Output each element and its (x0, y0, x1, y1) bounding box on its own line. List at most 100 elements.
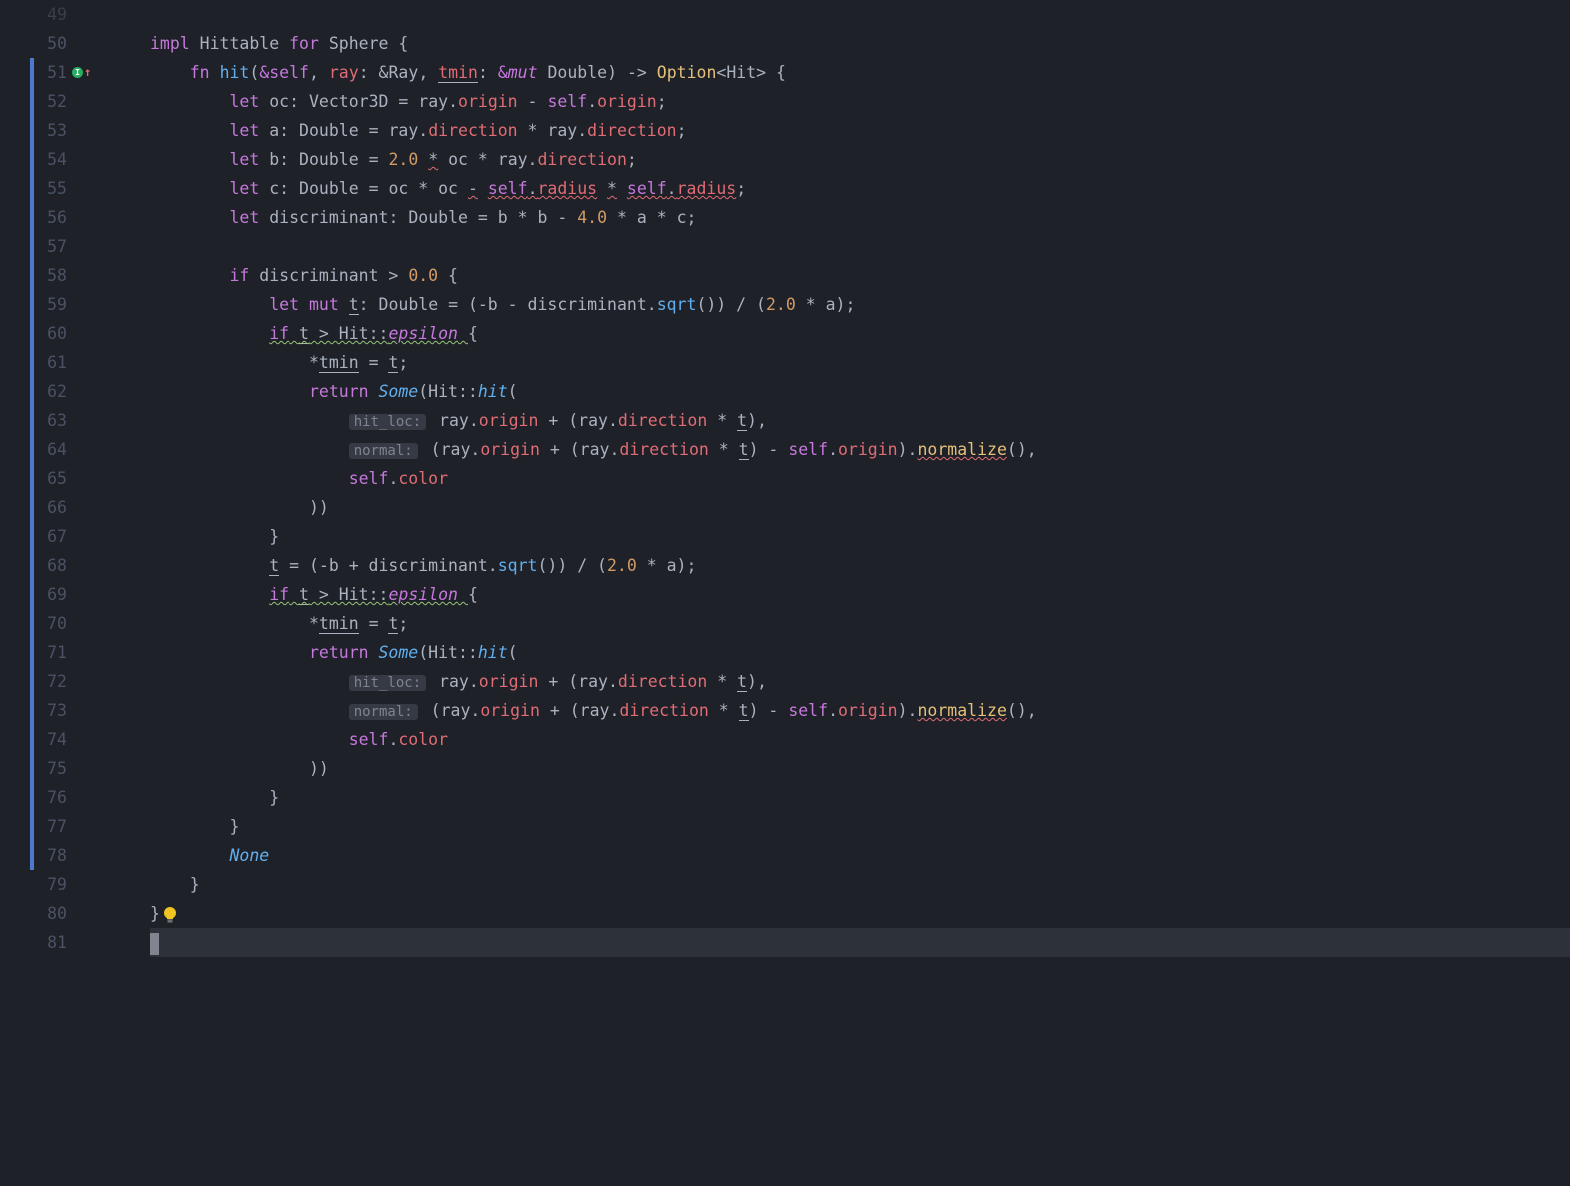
code-line[interactable]: )) (150, 493, 1570, 522)
implemented-trait-icon[interactable]: I (72, 67, 83, 78)
code-line[interactable]: let a: Double = ray.direction * ray.dire… (150, 116, 1570, 145)
vcs-change-marker[interactable] (30, 348, 34, 377)
code-line[interactable]: )) (150, 754, 1570, 783)
line-number[interactable]: 63 (0, 406, 95, 435)
line-number[interactable]: 68 (0, 551, 95, 580)
vcs-change-marker[interactable] (30, 406, 34, 435)
vcs-change-marker[interactable] (30, 377, 34, 406)
vcs-change-marker[interactable] (30, 58, 34, 87)
line-number[interactable]: 57 (0, 232, 95, 261)
code-editor[interactable]: 495051I↑52535455565758596061626364656667… (0, 0, 1570, 1186)
line-number[interactable]: 50 (0, 29, 95, 58)
vcs-change-marker[interactable] (30, 667, 34, 696)
line-number[interactable]: 74 (0, 725, 95, 754)
code-line[interactable]: hit_loc: ray.origin + (ray.direction * t… (150, 406, 1570, 435)
line-number[interactable]: 77 (0, 812, 95, 841)
vcs-change-marker[interactable] (30, 145, 34, 174)
code-line[interactable]: } (150, 522, 1570, 551)
code-line[interactable]: t = (-b + discriminant.sqrt()) / (2.0 * … (150, 551, 1570, 580)
vcs-change-marker[interactable] (30, 754, 34, 783)
code-line[interactable]: if discriminant > 0.0 { (150, 261, 1570, 290)
vcs-change-marker[interactable] (30, 522, 34, 551)
code-line[interactable]: self.color (150, 464, 1570, 493)
vcs-change-marker[interactable] (30, 319, 34, 348)
line-number[interactable]: 49 (0, 0, 95, 29)
line-number[interactable]: 65 (0, 464, 95, 493)
code-line[interactable]: let b: Double = 2.0 * oc * ray.direction… (150, 145, 1570, 174)
line-number[interactable]: 60 (0, 319, 95, 348)
code-line[interactable]: *tmin = t; (150, 609, 1570, 638)
code-line[interactable]: return Some(Hit::hit( (150, 638, 1570, 667)
vcs-change-marker[interactable] (30, 116, 34, 145)
line-number[interactable]: 51I↑ (0, 58, 95, 87)
line-number[interactable]: 78 (0, 841, 95, 870)
line-number[interactable]: 67 (0, 522, 95, 551)
vcs-change-marker[interactable] (30, 609, 34, 638)
code-line[interactable]: self.color (150, 725, 1570, 754)
vcs-change-marker[interactable] (30, 841, 34, 870)
vcs-change-marker[interactable] (30, 435, 34, 464)
vcs-change-marker[interactable] (30, 232, 34, 261)
line-number[interactable]: 53 (0, 116, 95, 145)
code-line[interactable]: let mut t: Double = (-b - discriminant.s… (150, 290, 1570, 319)
vcs-change-marker[interactable] (30, 261, 34, 290)
code-line[interactable]: fn hit(&self, ray: &Ray, tmin: &mut Doub… (150, 58, 1570, 87)
line-number[interactable]: 70 (0, 609, 95, 638)
code-line[interactable]: return Some(Hit::hit( (150, 377, 1570, 406)
line-number[interactable]: 56 (0, 203, 95, 232)
line-number[interactable]: 80 (0, 899, 95, 928)
line-number[interactable]: 61 (0, 348, 95, 377)
line-number[interactable]: 55 (0, 174, 95, 203)
line-number[interactable]: 58 (0, 261, 95, 290)
line-number[interactable]: 81 (0, 928, 95, 957)
navigate-up-icon[interactable]: ↑ (84, 58, 91, 87)
line-number-gutter[interactable]: 495051I↑52535455565758596061626364656667… (0, 0, 95, 1186)
code-line[interactable]: *tmin = t; (150, 348, 1570, 377)
code-line[interactable] (150, 928, 1570, 957)
line-number[interactable]: 71 (0, 638, 95, 667)
vcs-change-marker[interactable] (30, 493, 34, 522)
vcs-change-marker[interactable] (30, 696, 34, 725)
vcs-change-marker[interactable] (30, 551, 34, 580)
code-line[interactable]: if t > Hit::epsilon { (150, 580, 1570, 609)
vcs-change-marker[interactable] (30, 87, 34, 116)
code-line[interactable]: let oc: Vector3D = ray.origin - self.ori… (150, 87, 1570, 116)
line-number[interactable]: 79 (0, 870, 95, 899)
vcs-change-marker[interactable] (30, 812, 34, 841)
intention-bulb-icon[interactable] (162, 906, 178, 924)
vcs-change-marker[interactable] (30, 580, 34, 609)
code-line[interactable]: hit_loc: ray.origin + (ray.direction * t… (150, 667, 1570, 696)
line-number[interactable]: 73 (0, 696, 95, 725)
vcs-change-marker[interactable] (30, 725, 34, 754)
code-line[interactable]: } (150, 899, 1570, 928)
code-line[interactable]: impl Hittable for Sphere { (150, 29, 1570, 58)
vcs-change-marker[interactable] (30, 203, 34, 232)
line-number[interactable]: 52 (0, 87, 95, 116)
code-line[interactable]: if t > Hit::epsilon { (150, 319, 1570, 348)
code-line[interactable] (150, 0, 1570, 29)
code-line[interactable]: } (150, 783, 1570, 812)
code-line[interactable]: } (150, 870, 1570, 899)
code-line[interactable]: let discriminant: Double = b * b - 4.0 *… (150, 203, 1570, 232)
code-line[interactable]: normal: (ray.origin + (ray.direction * t… (150, 696, 1570, 725)
vcs-change-marker[interactable] (30, 290, 34, 319)
code-line[interactable]: None (150, 841, 1570, 870)
line-number[interactable]: 54 (0, 145, 95, 174)
line-number[interactable]: 75 (0, 754, 95, 783)
line-number[interactable]: 59 (0, 290, 95, 319)
line-number[interactable]: 62 (0, 377, 95, 406)
code-line[interactable]: } (150, 812, 1570, 841)
code-area[interactable]: impl Hittable for Sphere { fn hit(&self,… (95, 0, 1570, 1186)
vcs-change-marker[interactable] (30, 464, 34, 493)
line-number[interactable]: 72 (0, 667, 95, 696)
line-number[interactable]: 76 (0, 783, 95, 812)
vcs-change-marker[interactable] (30, 638, 34, 667)
line-number[interactable]: 64 (0, 435, 95, 464)
vcs-change-marker[interactable] (30, 174, 34, 203)
code-line[interactable]: let c: Double = oc * oc - self.radius * … (150, 174, 1570, 203)
line-number[interactable]: 66 (0, 493, 95, 522)
code-line[interactable]: normal: (ray.origin + (ray.direction * t… (150, 435, 1570, 464)
code-line[interactable] (150, 232, 1570, 261)
line-number[interactable]: 69 (0, 580, 95, 609)
vcs-change-marker[interactable] (30, 783, 34, 812)
